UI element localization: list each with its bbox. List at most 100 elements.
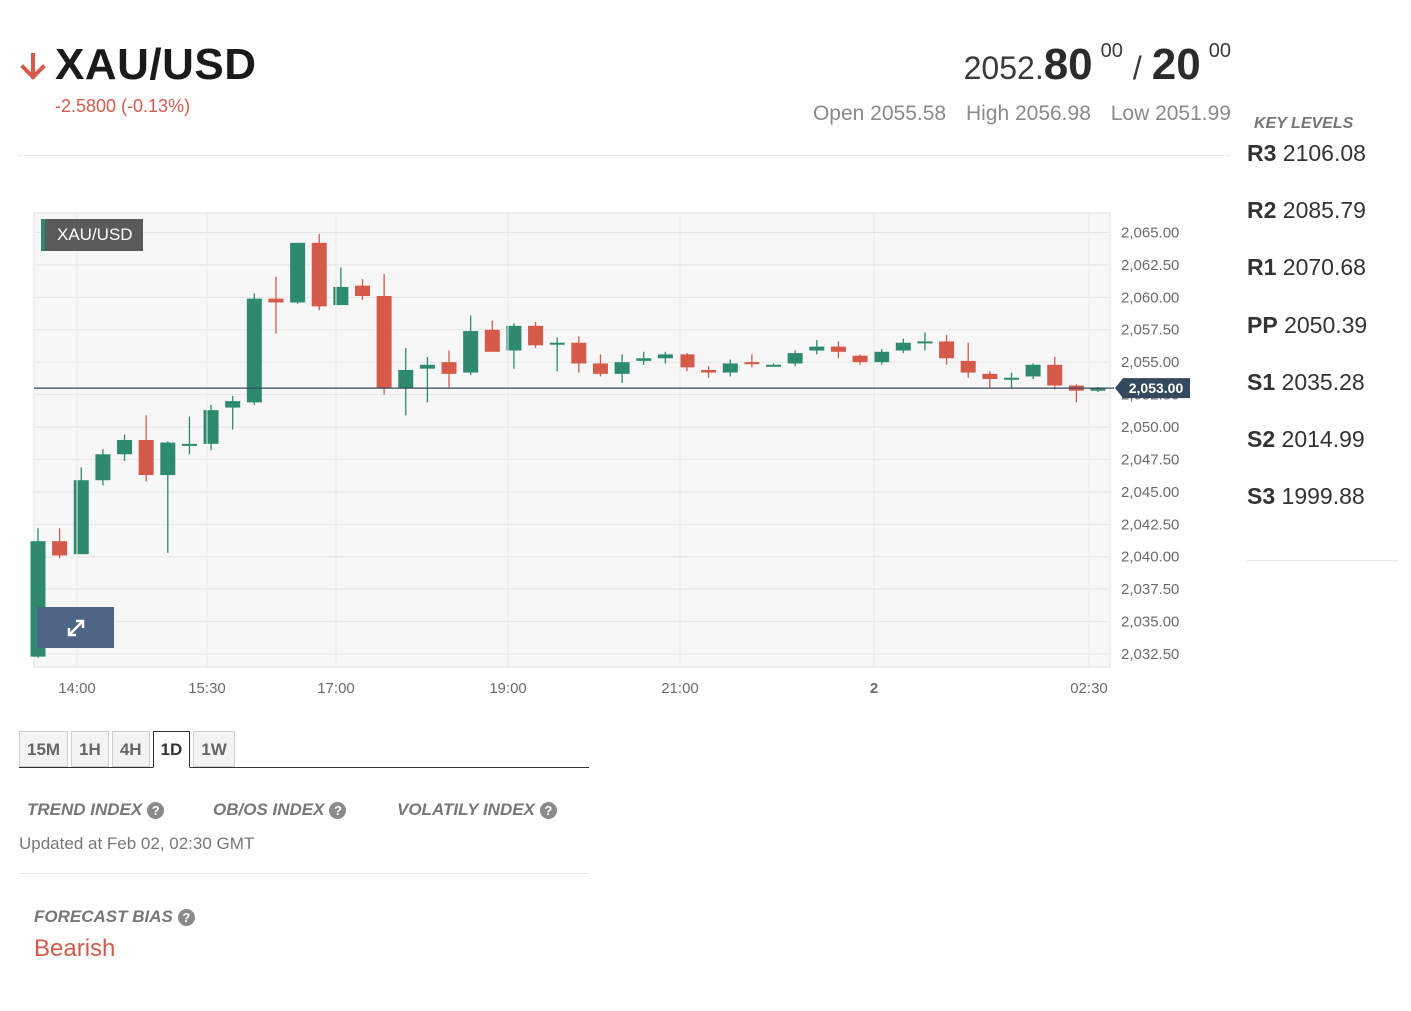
ask-sup: 00: [1208, 40, 1231, 62]
key-level-name: R1: [1247, 254, 1277, 281]
candlestick-chart-svg[interactable]: 2,065.00 2,062.50 2,060.00 2,057.50 2,055.00…: [0, 200, 1200, 710]
candle-body: [657, 354, 673, 359]
key-level-name: R2: [1247, 197, 1277, 224]
open-value: Open 2055.58: [812, 102, 947, 125]
candle-body: [982, 373, 998, 380]
y-tick-label: 2,060.00: [1121, 289, 1179, 306]
help-icon[interactable]: ?: [147, 801, 165, 819]
candle-body: [1047, 364, 1063, 386]
key-levels-title: KEY LEVELS: [1254, 115, 1354, 132]
candle-body: [571, 342, 587, 364]
candle-body: [160, 442, 176, 476]
tab-1w[interactable]: 1W: [193, 731, 235, 767]
tab-1d[interactable]: 1D: [152, 731, 191, 768]
key-level-value: 2050.39: [1284, 311, 1368, 338]
arrow-down-icon: [20, 53, 46, 80]
key-level-s1: S1 2035.28: [1247, 369, 1367, 426]
candle-body: [73, 480, 89, 555]
timeframe-tabs: 15M 1H 4H 1D 1W: [19, 731, 589, 768]
x-tick-label: 02:30: [1070, 680, 1108, 697]
volatility-index-label: VOLATILY INDEX: [397, 800, 535, 819]
candle-body: [138, 440, 154, 476]
candle-body: [506, 325, 522, 351]
candle-body: [679, 354, 695, 368]
key-level-value: 2070.68: [1282, 254, 1366, 281]
bid-ask-quote: 2052. 80 00 / 20 00: [964, 40, 1231, 90]
candle-body: [722, 363, 738, 373]
key-level-value: 2085.79: [1282, 197, 1366, 224]
low-value: Low 2051.99: [1110, 102, 1231, 125]
key-level-s2: S2 2014.99: [1247, 426, 1367, 483]
tab-4h[interactable]: 4H: [111, 731, 150, 767]
y-tick-label: 2,037.50: [1121, 581, 1179, 598]
candle-body: [960, 360, 976, 373]
candle-body: [809, 346, 825, 351]
key-level-r2: R2 2085.79: [1247, 197, 1367, 254]
y-tick-label: 2,042.50: [1121, 516, 1179, 533]
key-level-name: PP: [1247, 311, 1278, 338]
y-tick-label: 2,032.50: [1121, 646, 1179, 663]
candle-body: [917, 341, 933, 344]
obos-index-label: OB/OS INDEX: [213, 800, 325, 819]
candle-body: [268, 298, 284, 303]
key-level-value: 2035.28: [1281, 368, 1365, 395]
trend-index: TREND INDEX ?: [27, 800, 165, 820]
candle-body: [549, 342, 565, 345]
key-level-name: S1: [1247, 368, 1276, 395]
y-tick-label: 2,065.00: [1121, 224, 1179, 241]
candle-body: [1003, 377, 1019, 380]
x-tick-label: 21:00: [661, 680, 699, 697]
key-level-name: S3: [1247, 483, 1276, 510]
chart-symbol-label: XAU/USD: [41, 219, 143, 251]
current-price-label: 2,053.00: [1129, 380, 1184, 396]
help-icon[interactable]: ?: [329, 801, 347, 819]
help-icon[interactable]: ?: [177, 908, 195, 926]
bid-prefix: 2052.: [963, 50, 1044, 86]
ask-main: 20: [1151, 40, 1201, 89]
candle-body: [225, 401, 241, 408]
candle-body: [354, 285, 370, 297]
candle-body: [117, 440, 133, 455]
key-level-name: S2: [1247, 425, 1276, 452]
candle-body: [398, 369, 414, 389]
y-tick-label: 2,062.50: [1121, 257, 1179, 274]
expand-icon: [67, 619, 84, 636]
volatility-index: VOLATILY INDEX ?: [397, 800, 557, 820]
y-tick-label: 2,035.00: [1121, 614, 1179, 631]
candle-body: [895, 342, 911, 351]
candle-body: [939, 341, 955, 359]
x-tick-label: 15:30: [188, 680, 226, 697]
bid-sup: 00: [1100, 40, 1123, 62]
key-level-s3: S3 1999.88: [1247, 483, 1367, 540]
price-chart[interactable]: 2,065.00 2,062.50 2,060.00 2,057.50 2,055.00…: [0, 200, 1200, 710]
tab-15m[interactable]: 15M: [19, 731, 69, 767]
key-level-value: 2106.08: [1282, 140, 1366, 166]
forecast-bias-value: Bearish: [34, 935, 116, 962]
help-icon[interactable]: ?: [539, 801, 557, 819]
section-divider: [19, 873, 589, 874]
y-tick-label: 2,055.00: [1121, 354, 1179, 371]
updated-timestamp: Updated at Feb 02, 02:30 GMT: [19, 834, 255, 853]
header-divider: [18, 155, 1230, 156]
x-tick-label: 17:00: [317, 680, 355, 697]
key-level-name: R3: [1247, 140, 1277, 166]
candle-body: [441, 362, 457, 374]
expand-chart-button[interactable]: [37, 607, 114, 648]
candle-body: [701, 369, 717, 373]
bid-main: 80: [1043, 40, 1093, 89]
candle-body: [246, 298, 262, 403]
candle-body: [614, 362, 630, 374]
candle-body: [830, 346, 846, 352]
y-tick-label: 2,050.00: [1121, 419, 1179, 436]
x-tick-label: 14:00: [58, 680, 96, 697]
symbol-title: XAU/USD: [55, 40, 257, 89]
forecast-bias-title: FORECAST BIAS ?: [34, 907, 195, 927]
candle-body: [419, 364, 435, 369]
key-levels-divider: [1246, 560, 1398, 561]
candle-body: [484, 329, 500, 352]
candle-body: [311, 242, 327, 307]
forecast-bias-label: FORECAST BIAS: [34, 907, 173, 926]
y-tick-label: 2,057.50: [1121, 322, 1179, 339]
tab-1h[interactable]: 1H: [71, 731, 109, 767]
trend-index-label: TREND INDEX: [27, 800, 143, 819]
